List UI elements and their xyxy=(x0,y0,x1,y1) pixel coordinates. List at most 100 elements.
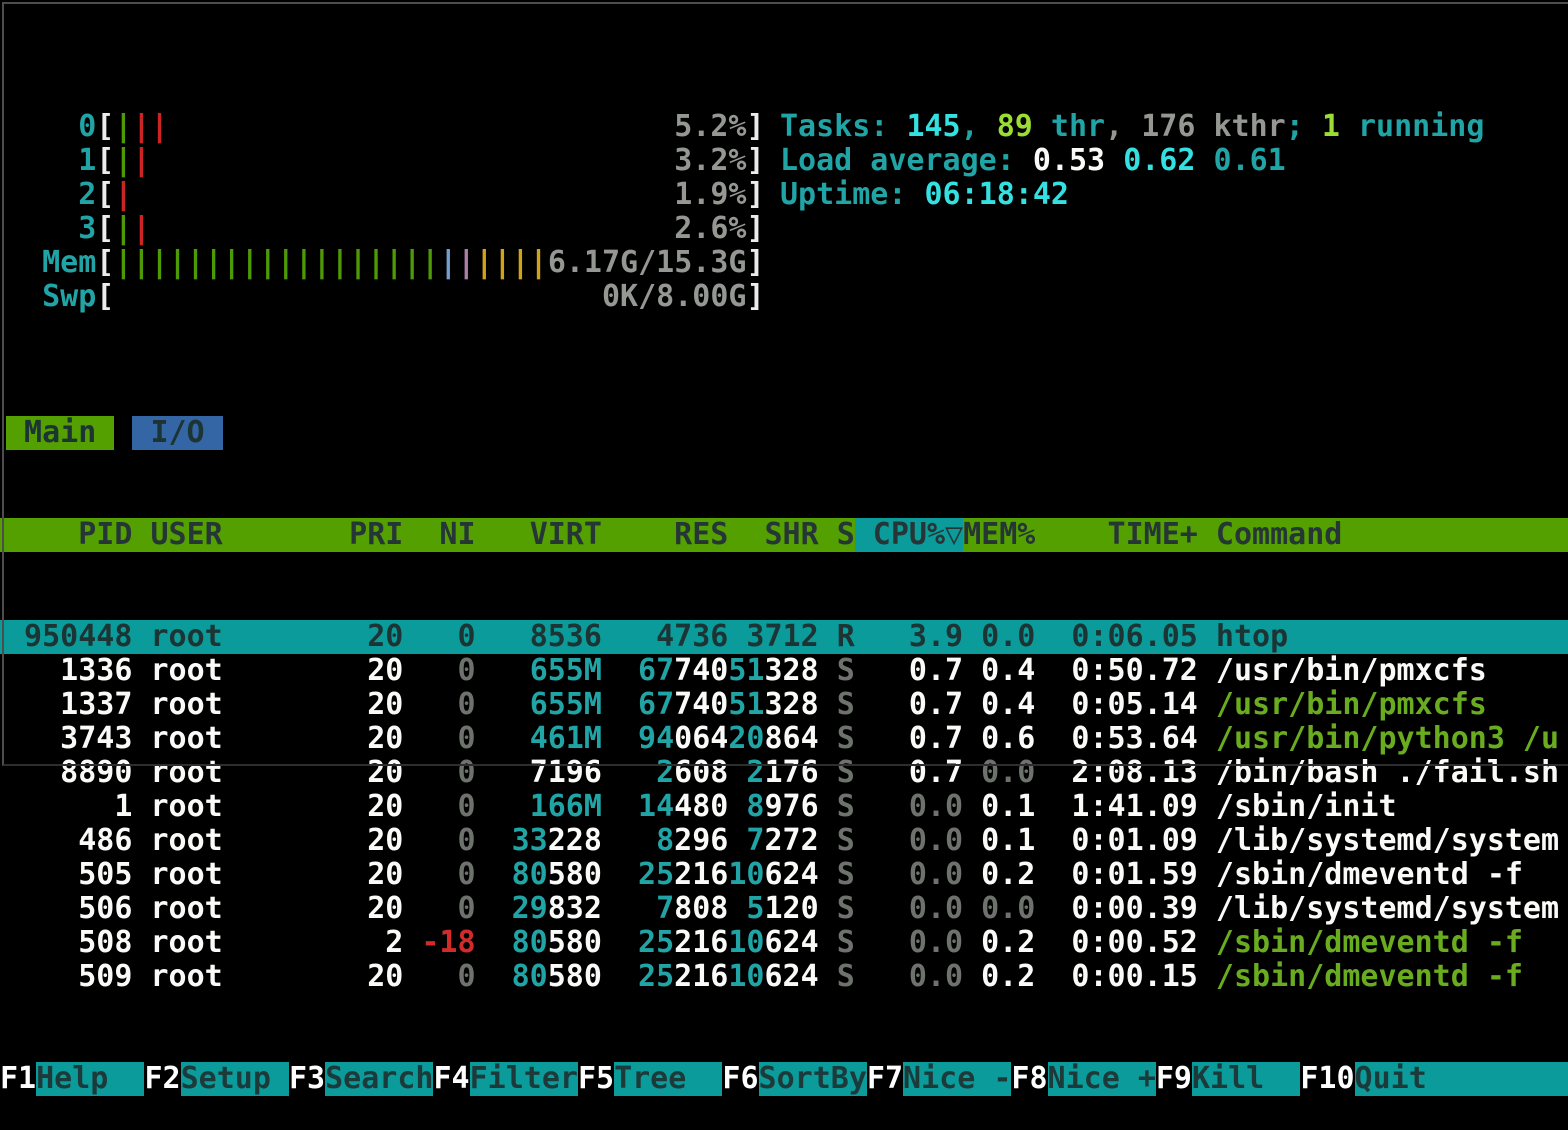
virt-cell: 29832 xyxy=(494,892,602,926)
fkey-label-search[interactable]: Search xyxy=(325,1062,433,1096)
cmd-cell: /sbin/dmeventd -f xyxy=(1216,960,1568,994)
fkey-label-nice[interactable]: Nice + xyxy=(1048,1062,1156,1096)
text-segment: 509 xyxy=(78,960,132,994)
fkey-label-nice[interactable]: Nice - xyxy=(903,1062,1011,1096)
fkey-label-tree[interactable]: Tree xyxy=(614,1062,722,1096)
text-segment: 0.7 xyxy=(909,654,963,688)
fkey-label-sortby[interactable]: SortBy xyxy=(759,1062,867,1096)
text-segment: 0.0 xyxy=(909,790,963,824)
text-segment: 94 xyxy=(638,722,674,756)
column-header-pri[interactable]: PRI xyxy=(349,518,403,552)
fkey-f4[interactable]: F4 xyxy=(433,1062,469,1096)
column-header-pid[interactable]: PID xyxy=(6,518,132,552)
user-cell: root xyxy=(150,620,349,654)
fkey-f3[interactable]: F3 xyxy=(289,1062,325,1096)
fkey-f8[interactable]: F8 xyxy=(1011,1062,1047,1096)
text-segment: 0.6 xyxy=(981,722,1035,756)
time-cell: 0:50.72 xyxy=(1053,654,1197,688)
text-segment: root xyxy=(150,688,222,722)
process-row[interactable]: 508root2-18805802521610624S0.00.20:00.52… xyxy=(6,926,1568,960)
fkey-label-filter[interactable]: Filter xyxy=(470,1062,578,1096)
process-row-selected[interactable]: 950448root200853647363712R3.90.00:06.05h… xyxy=(0,620,1568,654)
ni-cell: 0 xyxy=(421,790,475,824)
virt-cell: 80580 xyxy=(494,960,602,994)
memory-meter-value: 6.17G/15.3G xyxy=(548,246,747,280)
process-row[interactable]: 505root200805802521610624S0.00.20:01.59/… xyxy=(6,858,1568,892)
meter-bar: | xyxy=(367,246,385,280)
res-cell: 67740 xyxy=(620,688,728,722)
text-segment: 0:53.64 xyxy=(1071,722,1197,756)
column-header-shr[interactable]: SHR xyxy=(728,518,818,552)
cmd-cell: /usr/bin/pmxcfs xyxy=(1216,688,1568,722)
column-header-ni[interactable]: NI xyxy=(421,518,475,552)
pid-cell: 1337 xyxy=(6,688,132,722)
text-segment: 0.1 xyxy=(981,824,1035,858)
tab-main[interactable]: Main xyxy=(6,416,114,450)
meter-open-bracket: [ xyxy=(96,212,114,246)
user-cell: root xyxy=(150,722,349,756)
fkey-label-help[interactable]: Help xyxy=(36,1062,144,1096)
meter-close-bracket: ] xyxy=(747,178,765,212)
column-header-user[interactable]: USER xyxy=(150,518,349,552)
column-header-res[interactable]: RES xyxy=(620,518,728,552)
column-header-virt[interactable]: VIRT xyxy=(494,518,602,552)
text-segment: , xyxy=(961,109,997,144)
fkey-f2[interactable]: F2 xyxy=(144,1062,180,1096)
text-segment: 0.7 xyxy=(909,756,963,790)
text-segment: 20 xyxy=(367,892,403,926)
process-row[interactable]: 506root2002983278085120S0.00.00:00.39/li… xyxy=(6,892,1568,926)
process-row[interactable]: 1337root200655M6774051328S0.70.40:05.14/… xyxy=(6,688,1568,722)
ni-cell: 0 xyxy=(421,620,475,654)
shr-cell: 3712 xyxy=(728,620,818,654)
text-segment: 10 xyxy=(728,858,764,892)
fkey-f7[interactable]: F7 xyxy=(867,1062,903,1096)
text-segment: /usr/bin/pmxcfs xyxy=(1216,688,1487,722)
text-segment: 10 xyxy=(728,926,764,960)
process-row[interactable]: 1root200166M144808976S0.00.11:41.09/sbin… xyxy=(6,790,1568,824)
fkey-f5[interactable]: F5 xyxy=(578,1062,614,1096)
text-segment: 0:06.05 xyxy=(1071,620,1197,654)
cpu-cell: 0.0 xyxy=(855,960,963,994)
process-row[interactable]: 509root200805802521610624S0.00.20:00.15/… xyxy=(6,960,1568,994)
text-segment: 0:05.14 xyxy=(1071,688,1197,722)
column-header-s[interactable]: S xyxy=(837,518,855,552)
text-segment: 216 xyxy=(674,960,728,994)
cpu-0-meter: 0[|||5.2%] xyxy=(6,110,765,144)
process-row[interactable]: 3743root200461M9406420864S0.70.60:53.64/… xyxy=(6,722,1568,756)
fkey-label-setup[interactable]: Setup xyxy=(181,1062,289,1096)
column-header-cmd[interactable]: Command xyxy=(1216,518,1568,552)
pid-cell: 506 xyxy=(6,892,132,926)
process-table-rows: 950448root200853647363712R3.90.00:06.05h… xyxy=(6,620,1568,994)
text-segment: root xyxy=(150,926,222,960)
tab-io[interactable]: I/O xyxy=(132,416,222,450)
process-row[interactable]: 486root2003322882967272S0.00.10:01.09/li… xyxy=(6,824,1568,858)
text-segment: 480 xyxy=(674,790,728,824)
fkey-label-quit[interactable]: Quit xyxy=(1355,1062,1568,1096)
fkey-f1[interactable]: F1 xyxy=(0,1062,36,1096)
memory-meter-label: Mem xyxy=(6,246,96,280)
s-cell: S xyxy=(837,756,855,790)
fkey-label-kill[interactable]: Kill xyxy=(1192,1062,1300,1096)
text-segment: 272 xyxy=(764,824,818,858)
meter-bar: | xyxy=(114,110,132,144)
pri-cell: 20 xyxy=(349,960,403,994)
meter-bar: | xyxy=(150,110,168,144)
time-cell: 0:53.64 xyxy=(1053,722,1197,756)
text-segment: 1336 xyxy=(60,654,132,688)
text-segment: running xyxy=(1340,109,1485,144)
column-header-time[interactable]: TIME+ xyxy=(1053,518,1197,552)
text-segment: /lib/systemd/system xyxy=(1216,892,1559,926)
text-segment: root xyxy=(150,620,222,654)
text-segment: 0:00.15 xyxy=(1071,960,1197,994)
fkey-f10[interactable]: F10 xyxy=(1300,1062,1354,1096)
cpu-2-meter-value: 1.9% xyxy=(674,178,746,212)
process-row[interactable]: 1336root200655M6774051328S0.70.40:50.72/… xyxy=(6,654,1568,688)
fkey-f6[interactable]: F6 xyxy=(722,1062,758,1096)
time-cell: 0:01.09 xyxy=(1053,824,1197,858)
column-header-cpu[interactable]: CPU%▽ xyxy=(855,518,963,552)
pid-cell: 509 xyxy=(6,960,132,994)
process-row[interactable]: 8890root200719626082176S0.70.02:08.13/bi… xyxy=(6,756,1568,790)
fkey-f9[interactable]: F9 xyxy=(1156,1062,1192,1096)
cpu-1-meter-body: ||3.2% xyxy=(114,144,746,178)
column-header-mem[interactable]: MEM% xyxy=(963,518,1035,552)
